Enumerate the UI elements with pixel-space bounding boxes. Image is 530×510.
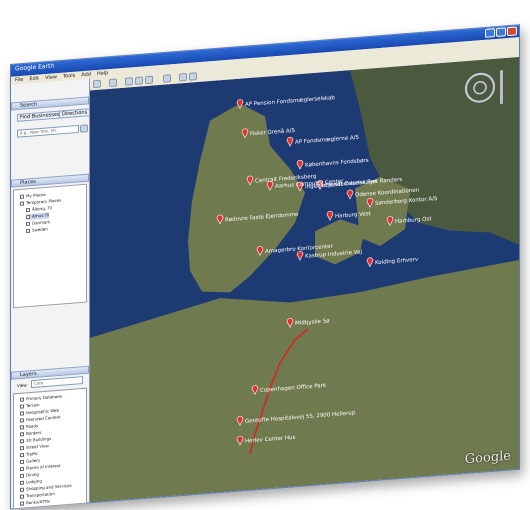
window-title: Google Earth [15, 62, 55, 73]
layer-item-label: Roads [26, 423, 39, 430]
menu-edit[interactable]: Edit [29, 76, 39, 83]
maximize-button[interactable] [496, 27, 506, 37]
layer-item[interactable]: Street View [20, 443, 49, 451]
hide-sidebar-icon[interactable] [93, 79, 101, 89]
layer-item-label: Street View [26, 443, 49, 450]
menu-help[interactable]: Help [97, 70, 108, 77]
checkbox-icon[interactable] [20, 494, 24, 499]
layer-item-label: Banks/ATMs [26, 498, 50, 506]
checkbox-icon[interactable] [20, 425, 24, 430]
find-businesses-tab[interactable]: Find Businesses [17, 110, 63, 122]
search-input[interactable]: e.g., New York, NY [17, 124, 79, 138]
overlay-icon[interactable] [145, 75, 153, 85]
checkbox-icon[interactable] [20, 418, 24, 423]
ruler-icon[interactable] [163, 74, 171, 83]
polygon-icon[interactable] [125, 77, 133, 86]
checkbox-icon[interactable] [26, 221, 30, 227]
tree-item-label: Århus Til [32, 212, 50, 219]
layer-item-label: Traffic [26, 450, 39, 457]
view-label: View: [17, 382, 28, 389]
places-tree: My Places Temporary Places Ålborg, Til Å… [13, 183, 87, 309]
checkbox-icon[interactable] [20, 194, 24, 199]
checkbox-icon[interactable] [20, 487, 24, 492]
checkbox-icon[interactable] [20, 439, 24, 444]
minimize-button[interactable] [485, 28, 495, 38]
layer-item[interactable]: Primary Database [20, 394, 62, 403]
close-button[interactable] [507, 26, 517, 37]
search-button[interactable] [80, 124, 88, 133]
layer-item-label: Transportation [26, 491, 55, 499]
app-window: Google Earth File Edit View Tools Add He… [10, 24, 520, 510]
checkbox-icon[interactable] [20, 446, 24, 451]
checkbox-icon[interactable] [20, 452, 24, 458]
map-canvas[interactable]: AP Pension FondsmæglerselskabFisker Gren… [90, 56, 519, 503]
tree-item-label: Sweden [32, 226, 48, 233]
tree-item-label: Ålborg, Til [32, 205, 53, 212]
menu-file[interactable]: File [15, 77, 23, 84]
checkbox-icon[interactable] [26, 214, 30, 220]
layer-item-label: Borders [26, 429, 42, 436]
checkbox-icon[interactable] [20, 411, 24, 416]
checkbox-icon[interactable] [20, 397, 24, 402]
checkbox-icon[interactable] [20, 404, 24, 409]
layer-item-label: Gallery [26, 457, 41, 464]
layers-tree: Primary Database Terrain Geographic Web Fea… [13, 387, 87, 510]
layer-item[interactable]: Banks/ATMs [20, 498, 50, 506]
checkbox-icon[interactable] [20, 466, 24, 472]
email-icon[interactable] [179, 72, 187, 82]
menu-view[interactable]: View [45, 74, 57, 81]
checkbox-icon[interactable] [26, 228, 30, 234]
layer-item-label: Dining [26, 471, 39, 478]
layer-item-label: Lodging [26, 478, 42, 485]
tree-item[interactable]: Sweden [26, 226, 48, 234]
checkbox-icon[interactable] [20, 501, 24, 506]
layer-item-label: Primary Database [26, 393, 62, 402]
tree-item-label: My Places [26, 191, 46, 199]
checkbox-icon[interactable] [20, 201, 24, 206]
checkbox-icon[interactable] [26, 207, 30, 213]
print-icon[interactable] [189, 72, 197, 81]
placemark-icon[interactable] [109, 78, 117, 87]
menu-add[interactable]: Add [81, 72, 91, 79]
sidebar: Search Find Businesses Directions e.g., … [11, 78, 91, 510]
view-select[interactable]: Core [31, 376, 83, 389]
checkbox-icon[interactable] [20, 459, 24, 465]
layer-item-label: 3D Buildings [26, 435, 52, 443]
menu-tools[interactable]: Tools [63, 73, 75, 80]
checkbox-icon[interactable] [20, 473, 24, 479]
layer-item-label: Terrain [26, 402, 40, 409]
directions-tab[interactable]: Directions [59, 108, 91, 119]
tree-item-label: Danmark [32, 219, 51, 226]
earth-map-view[interactable]: AP Pension Fondsmæglerselskab Fisker Gren… [90, 56, 519, 503]
path-icon[interactable] [135, 76, 143, 85]
checkbox-icon[interactable] [20, 432, 24, 437]
